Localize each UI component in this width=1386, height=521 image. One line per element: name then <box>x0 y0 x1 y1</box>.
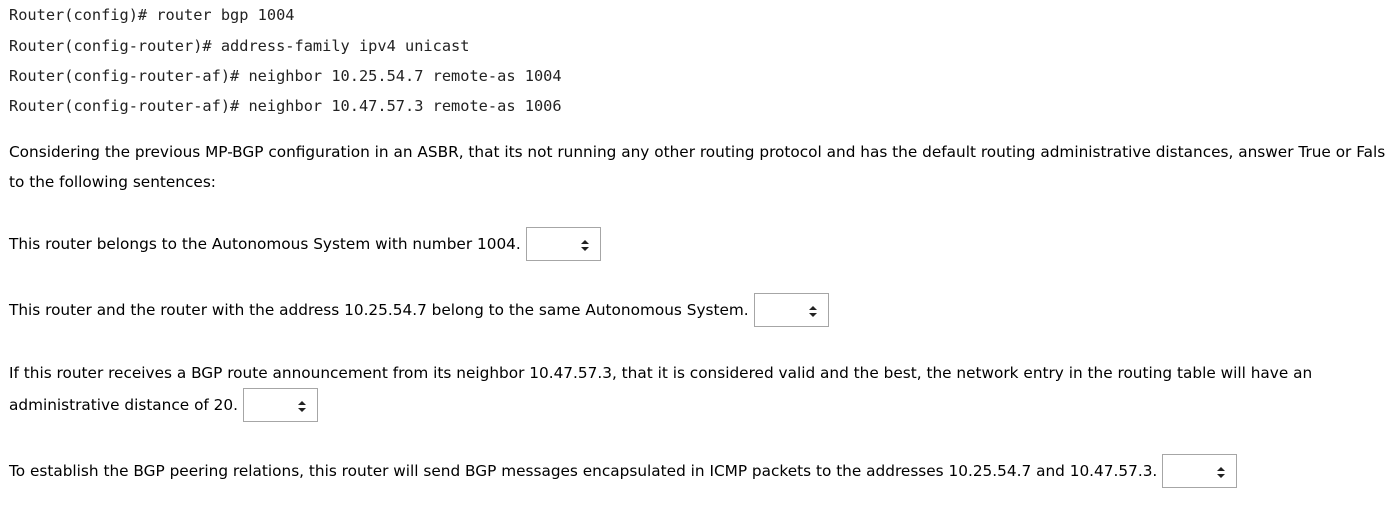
config-line: Router(config-router-af)# neighbor 10.25… <box>9 67 562 85</box>
up-down-arrows-icon <box>1217 467 1226 478</box>
question-1-answer-select[interactable] <box>525 227 601 261</box>
question-4-text: To establish the BGP peering relations, … <box>9 462 1158 480</box>
question-3-text-line-2: administrative distance of 20. <box>9 396 238 414</box>
question-2-text: This router and the router with the addr… <box>9 301 749 319</box>
question-3-text-line-1: If this router receives a BGP route anno… <box>9 364 1313 382</box>
instructions-text-line-2: to the following sentences: <box>9 173 216 191</box>
up-down-arrows-icon <box>580 240 589 251</box>
config-line: Router(config)# router bgp 1004 <box>9 6 295 24</box>
config-line: Router(config-router-af)# neighbor 10.47… <box>9 97 562 115</box>
question-4-answer-select[interactable] <box>1162 454 1238 488</box>
question-1: This router belongs to the Autonomous Sy… <box>9 227 601 261</box>
config-line: Router(config-router)# address-family ip… <box>9 37 470 55</box>
question-1-text: This router belongs to the Autonomous Sy… <box>9 235 521 253</box>
question-2-answer-select[interactable] <box>753 293 829 327</box>
question-3: administrative distance of 20. <box>9 388 318 422</box>
question-3-answer-select[interactable] <box>243 388 318 422</box>
up-down-arrows-icon <box>808 306 817 317</box>
question-2: This router and the router with the addr… <box>9 293 829 327</box>
up-down-arrows-icon <box>298 401 306 412</box>
question-4: To establish the BGP peering relations, … <box>9 454 1238 488</box>
instructions-text-line-1: Considering the previous MP-BGP configur… <box>9 143 1386 161</box>
